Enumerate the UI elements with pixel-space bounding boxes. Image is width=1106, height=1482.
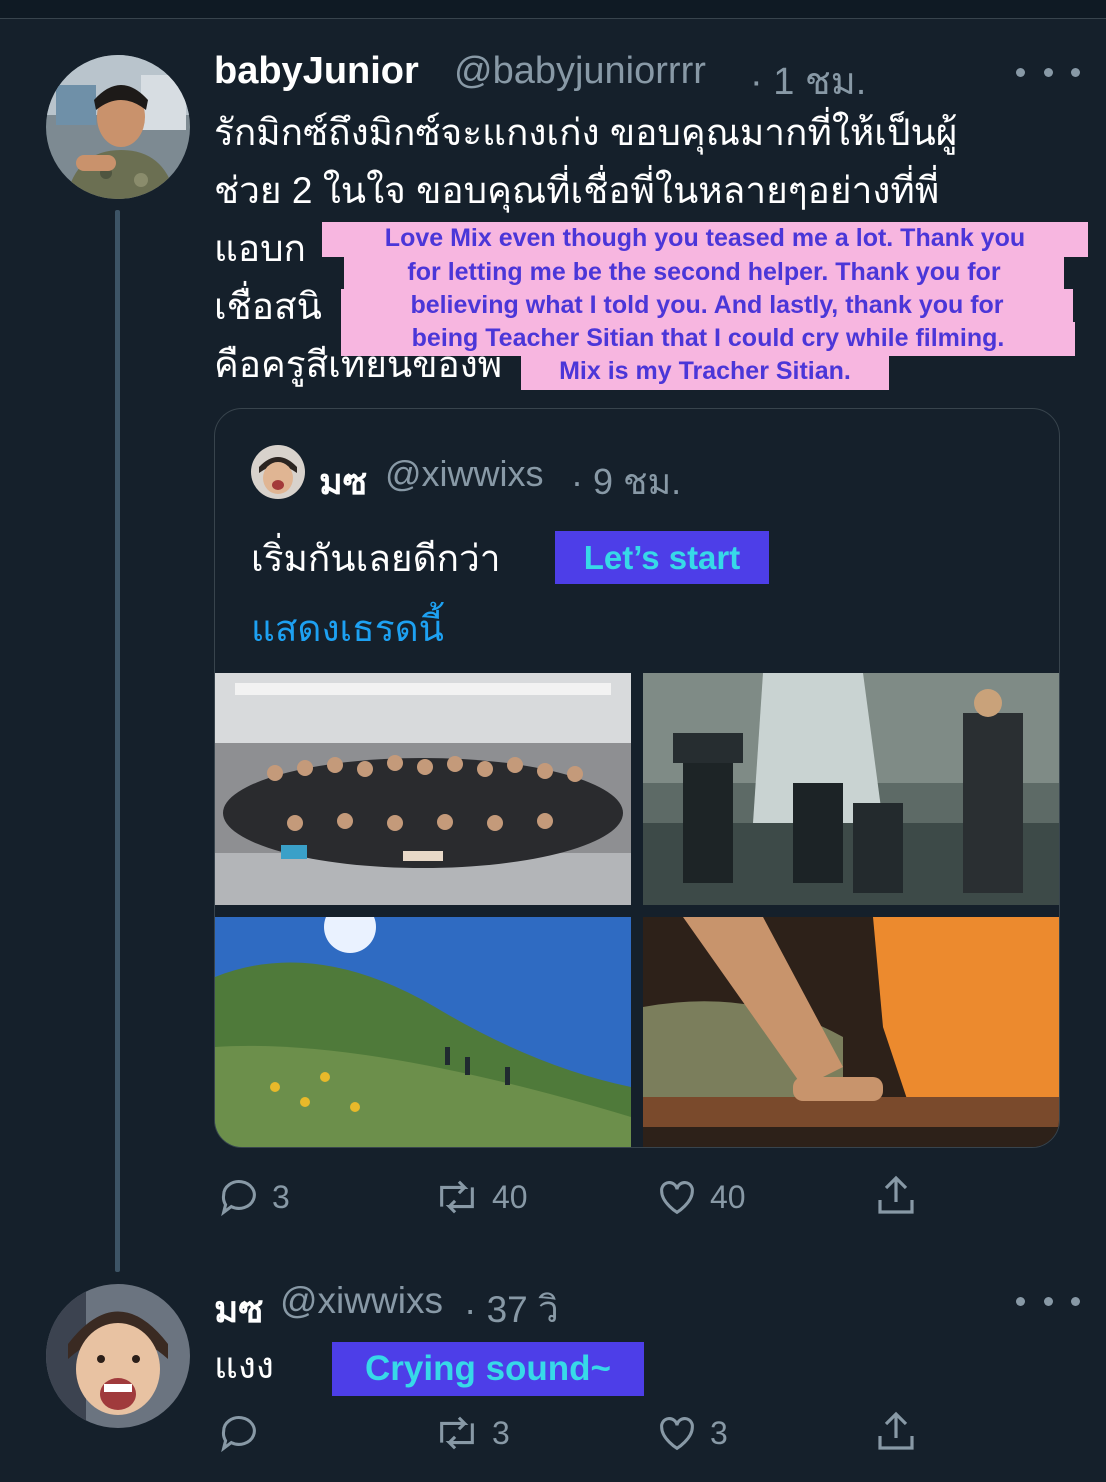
reply-author-avatar[interactable] <box>46 1284 190 1428</box>
quoted-author-name[interactable]: มซ <box>319 453 367 510</box>
quoted-tweet-card[interactable]: มซ @xiwwixs · 9 ชม. เริ่มกันเลยดีกว่า แส… <box>214 408 1060 1148</box>
reply-like-button[interactable]: 3 <box>654 1410 728 1456</box>
tweet-text-line-3: แอบก <box>214 228 306 269</box>
author-avatar[interactable] <box>46 55 190 199</box>
photo-hillside-hike[interactable] <box>215 917 631 1147</box>
quoted-tweet-text: เริ่มกันเลยดีกว่า <box>251 538 501 579</box>
show-thread-link[interactable]: แสดงเธรดนี้ <box>251 599 444 658</box>
heart-icon <box>660 1181 694 1215</box>
reply-timestamp[interactable]: · 37 วิ <box>464 1280 559 1339</box>
quoted-author-handle[interactable]: @xiwwixs <box>385 453 544 495</box>
thread-connector-line <box>115 210 120 1272</box>
share-button[interactable] <box>872 1172 920 1220</box>
photo-waterfall-filming[interactable] <box>643 673 1059 905</box>
top-divider <box>0 0 1106 19</box>
reply-retweet-button[interactable]: 3 <box>432 1410 510 1456</box>
reply-text: แงง <box>214 1345 274 1386</box>
photo-crew-group[interactable] <box>215 673 631 905</box>
reply-more-options-icon[interactable] <box>1016 1289 1080 1313</box>
retweet-icon <box>440 1180 474 1214</box>
translation-line-5: Mix is my Tracher Sitian. <box>521 355 889 390</box>
tweet-text-line-1: รักมิกซ์ถึงมิกซ์จะแกงเก่ง ขอบคุณมากที่ให… <box>214 112 958 153</box>
reply-translation-label: Crying sound~ <box>332 1342 644 1396</box>
retweet-count: 40 <box>492 1178 528 1215</box>
reply-icon <box>221 1416 256 1453</box>
reply-button[interactable]: 3 <box>216 1174 290 1220</box>
quoted-timestamp[interactable]: · 9 ชม. <box>571 453 681 510</box>
translation-line-4: being Teacher Sitian that I could cry wh… <box>341 322 1075 356</box>
translation-line-3: believing what I told you. And lastly, t… <box>341 289 1073 323</box>
reply-icon <box>221 1180 256 1217</box>
author-handle[interactable]: @babyjuniorrrr <box>454 50 706 93</box>
share-icon <box>878 1411 914 1450</box>
photo-hands-closeup[interactable] <box>643 917 1059 1147</box>
more-options-icon[interactable] <box>1016 60 1080 84</box>
reply-retweet-count: 3 <box>492 1414 510 1451</box>
share-icon <box>878 1175 914 1214</box>
like-button[interactable]: 40 <box>654 1174 746 1220</box>
translation-line-2: for letting me be the second helper. Tha… <box>344 256 1064 290</box>
quoted-translation-label: Let’s start <box>555 531 769 584</box>
reply-author-name[interactable]: มซ <box>214 1280 264 1339</box>
retweet-button[interactable]: 40 <box>432 1174 528 1220</box>
heart-icon <box>660 1417 694 1451</box>
tweet-timestamp[interactable]: · 1 ชม. <box>750 50 866 111</box>
reply-share-button[interactable] <box>872 1408 920 1456</box>
reply-count: 3 <box>272 1178 290 1215</box>
translation-line-1: Love Mix even though you teased me a lot… <box>322 222 1088 257</box>
reply-reply-button[interactable] <box>216 1410 272 1456</box>
author-name[interactable]: babyJunior <box>214 50 419 93</box>
tweet-text-line-4: เชื่อสนิ <box>214 286 322 327</box>
reply-like-count: 3 <box>710 1414 728 1451</box>
quoted-author-avatar[interactable] <box>251 445 305 499</box>
retweet-icon <box>440 1416 474 1450</box>
like-count: 40 <box>710 1178 746 1215</box>
tweet-text-line-2: ช่วย 2 ในใจ ขอบคุณที่เชื่อพี่ในหลายๆอย่า… <box>214 170 940 211</box>
reply-author-handle[interactable]: @xiwwixs <box>280 1280 443 1322</box>
